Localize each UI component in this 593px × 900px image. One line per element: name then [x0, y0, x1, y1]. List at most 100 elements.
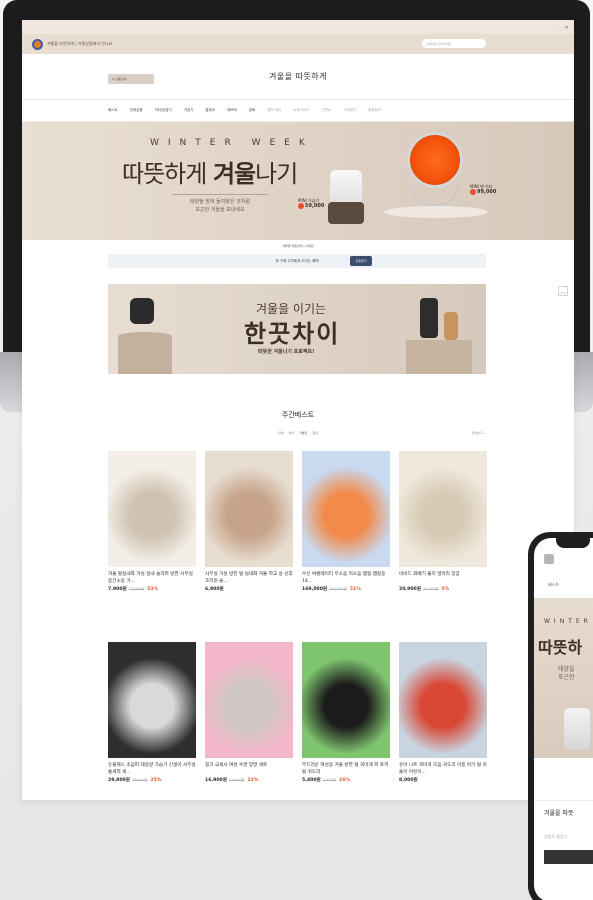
product-name[interactable]: 우신 써큘레이터 무소음 저소음 캠핑 캠핑용 14... — [302, 571, 390, 585]
nav-item[interactable]: 홈데코 — [206, 108, 216, 113]
coupon-text: 첫 구매 고객에게 드리는 혜택 — [275, 258, 319, 263]
search-button[interactable]: Q 상품검색 — [108, 74, 154, 84]
product-price: 29,800원 — [108, 778, 130, 783]
phone-bottom-title: 겨울을 따뜻 — [544, 810, 574, 817]
product-name[interactable]: 듀플렉스 초음파 대용량 가습기 신생아 사무실 통세척 세... — [108, 762, 196, 776]
hero-title: 따뜻하게 겨울나기 — [122, 154, 298, 189]
nav-item[interactable]: 회원정보 — [368, 108, 381, 113]
heater-stand-image — [412, 186, 458, 206]
product-card[interactable]: 사무실 거실 방한 털 실내화 겨울 학교 용 산후조리원 슬... 6,900… — [205, 451, 293, 595]
product-image[interactable] — [302, 451, 390, 567]
notice-search-input[interactable]: 검색어를 입력하세요 — [422, 39, 486, 48]
product-card[interactable]: 우신 써큘레이터 무소음 저소음 캠핑 캠핑용 14... 169,000원 34… — [302, 451, 390, 595]
phone-nav: 베스트 — [534, 578, 593, 592]
price-dot-icon — [470, 189, 476, 195]
phone-app-icon[interactable] — [544, 554, 554, 564]
nav-item[interactable]: 잡화 — [249, 108, 255, 113]
nav-item[interactable]: 베스트 — [108, 108, 118, 113]
product-price: 16,900원 — [205, 778, 227, 783]
product-name[interactable]: 유아 니트 귀마개 모음 귀도리 아동 아기 털 귀돌이 어린이... — [399, 762, 487, 776]
product-discount-rate: 26% — [339, 778, 351, 783]
product-price-line: 20,900원 22,000원 5% — [399, 586, 487, 592]
view-all-link[interactable]: 전체보기 → — [471, 431, 486, 435]
product-price: 169,000원 — [302, 587, 328, 592]
phone-sub-line-2: 포근한 — [558, 674, 575, 681]
product-price: 8,000원 — [399, 778, 418, 783]
notice-bar: 겨울을 따뜻하게 | 겨울상점에서 만나요 검색어를 입력하세요 — [22, 34, 574, 54]
hero-sub-line-2: 포근한 겨울을 보내세요 — [195, 207, 245, 213]
product-name[interactable]: 부드러운 여성용 겨울 방한 털 귀마개 퍼 토끼털 귀도리 — [302, 762, 390, 776]
nav-item[interactable]: 히터/온열기 — [155, 108, 172, 113]
product-discount-rate: 5% — [441, 587, 450, 592]
phone-hero-title: 따뜻하 — [538, 638, 583, 657]
product-image[interactable] — [302, 642, 390, 758]
product-card[interactable]: 비비드 꽈배기 울지 벙어리 장갑 20,900원 22,000원 5% — [399, 451, 487, 595]
weekly-best-title: 주간베스트 — [281, 411, 315, 419]
nav-item[interactable]: 이벤트 — [321, 108, 331, 113]
product-name[interactable]: 핑크 극세사 여성 수면 양말 세트 — [205, 762, 293, 776]
product-price: 7,900원 — [108, 587, 127, 592]
best-tab[interactable]: 잡화 — [312, 431, 318, 435]
nav-item[interactable]: 고객센터 — [343, 108, 356, 113]
phone-notch — [556, 538, 590, 548]
product-image[interactable] — [108, 451, 196, 567]
hero-banner[interactable]: WINTER WEEK 따뜻하게 겨울나기 태양을 방에 들여놓은 것처럼 포근… — [22, 122, 574, 240]
nav-item[interactable]: 패브릭 — [227, 108, 237, 113]
hero-week-label: WINTER WEEK — [150, 138, 314, 148]
product-image[interactable] — [205, 451, 293, 567]
nav-item[interactable]: 가습기 — [184, 108, 194, 113]
product-card[interactable]: 유아 니트 귀마개 모음 귀도리 아동 아기 털 귀돌이 어린이... 8,00… — [399, 642, 487, 786]
left-pedestal-image — [118, 332, 172, 374]
weekly-best-tabs: 전체 히터 가습기 잡화 — [22, 431, 574, 435]
product-card[interactable]: 겨울 털실내화 거실 실내 슬리퍼 방한 사무실 중간소용 거... 7,900… — [108, 451, 196, 595]
nav-item[interactable]: 전체상품 — [130, 108, 143, 113]
product-discount-rate: 51% — [349, 587, 361, 592]
product-discount-rate: 53% — [147, 587, 159, 592]
hero-title-end: 나기 — [255, 160, 298, 188]
hero-title-bold: 겨울 — [212, 160, 256, 188]
site-logo[interactable]: 겨울을 따뜻하게 — [269, 71, 327, 82]
product-card[interactable]: 핑크 극세사 여성 수면 양말 세트 16,900원 21,800원 22% — [205, 642, 293, 786]
heart-icon[interactable]: ♡ — [557, 25, 560, 29]
product-discount-rate: 22% — [247, 778, 259, 783]
site-header: Q 상품검색 겨울을 따뜻하게 — [22, 54, 574, 100]
product-grid-row-1: 겨울 털실내화 거실 실내 슬리퍼 방한 사무실 중간소용 거... 7,900… — [108, 451, 490, 595]
product-image[interactable] — [399, 451, 487, 567]
coupon-bar: 첫 구매 고객에게 드리는 혜택 쿠폰받기 — [108, 254, 486, 268]
product-card[interactable]: 듀플렉스 초음파 대용량 가습기 신생아 사무실 통세척 세... 29,800… — [108, 642, 196, 786]
coupon-button[interactable]: 쿠폰받기 — [350, 256, 372, 266]
product-image[interactable] — [108, 642, 196, 758]
scroll-top-button[interactable]: ︿ — [558, 286, 568, 296]
website-screen: ♡ ▦ 겨울을 따뜻하게 | 겨울상점에서 만나요 검색어를 입력하세요 Q 상… — [22, 20, 574, 800]
product-name[interactable]: 비비드 꽈배기 울지 벙어리 장갑 — [399, 571, 487, 585]
product-name[interactable]: 사무실 거실 방한 털 실내화 겨울 학교 용 산후조리원 슬... — [205, 571, 293, 585]
tag2-price: 99,000 — [477, 189, 497, 195]
best-tab[interactable]: 히터 — [289, 431, 295, 435]
product-grid-row-2: 듀플렉스 초음파 대용량 가습기 신생아 사무실 통세척 세... 29,800… — [108, 642, 490, 786]
phone-bottom-button[interactable] — [544, 850, 593, 864]
best-tab[interactable]: 전체 — [278, 431, 284, 435]
product-name[interactable]: 겨울 털실내화 거실 실내 슬리퍼 방한 사무실 중간소용 거... — [108, 571, 196, 585]
product-price: 20,900원 — [399, 587, 421, 592]
product-original-price: 349,000원 — [329, 587, 347, 591]
top-utility-bar: ♡ ▦ — [22, 20, 574, 34]
promo-title-2: 한끗차이 — [244, 320, 341, 348]
beige-heater-image — [444, 312, 458, 340]
product-image[interactable] — [399, 642, 487, 758]
tag1-price: 59,000 — [305, 203, 325, 209]
best-tab-active[interactable]: 가습기 — [299, 431, 307, 435]
promo-banner[interactable]: 겨울을 이기는 한끗차이 따뜻한 겨울나기 프로젝트! — [108, 284, 486, 374]
price-dot-icon — [298, 203, 304, 209]
kettle-image — [130, 298, 154, 324]
product-card[interactable]: 부드러운 여성용 겨울 방한 털 귀마개 퍼 토끼털 귀도리 5,400원 7,3… — [302, 642, 390, 786]
product-image[interactable] — [205, 642, 293, 758]
grid-icon[interactable]: ▦ — [565, 25, 568, 29]
product-original-price: 21,800원 — [228, 778, 245, 782]
phone-sub-line-1: 태양을 — [558, 666, 575, 673]
nav-item[interactable]: 쇼핑가이드 — [293, 108, 309, 113]
product-discount-rate: 25% — [150, 778, 162, 783]
phone-bottom-sub: 썸원두 클립고 — [544, 834, 568, 839]
right-pedestal-image — [406, 340, 472, 374]
phone-nav-item[interactable]: 베스트 — [548, 582, 559, 588]
nav-item[interactable]: 헬프 센터 — [267, 108, 281, 113]
